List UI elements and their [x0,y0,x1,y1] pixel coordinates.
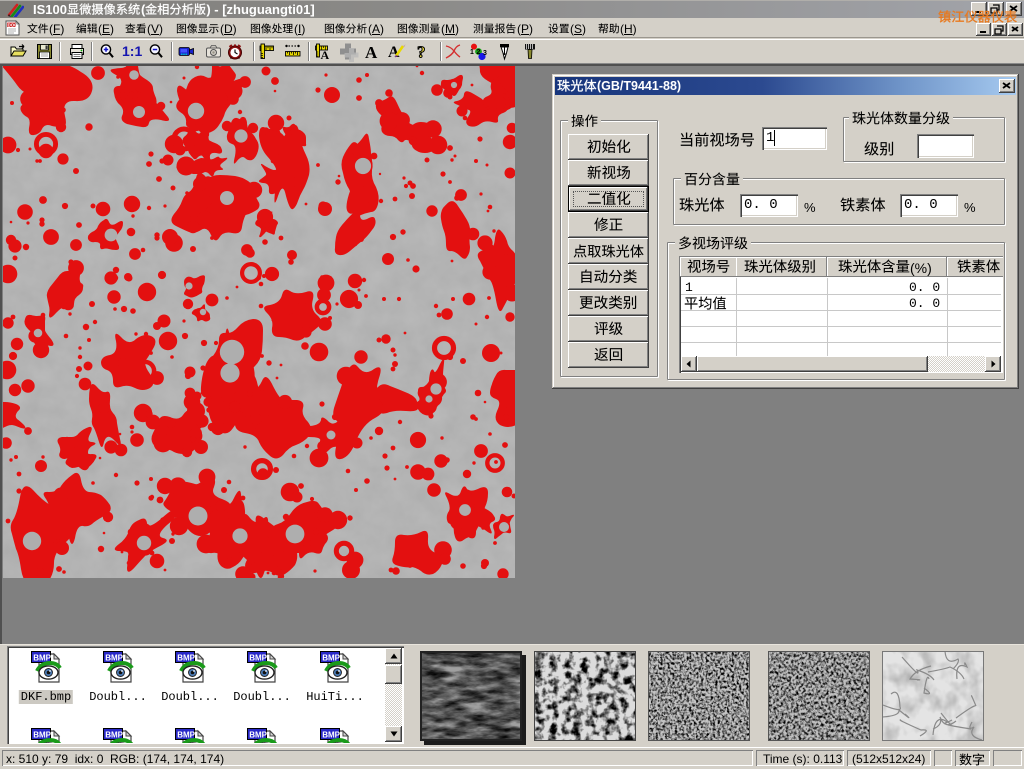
svg-text:2: 2 [477,49,481,56]
svg-text:A: A [321,48,330,61]
svg-text:?: ? [417,43,426,62]
svg-text:1: 1 [470,49,474,56]
svg-text:3: 3 [483,50,487,57]
svg-text:DOC: DOC [8,22,19,27]
